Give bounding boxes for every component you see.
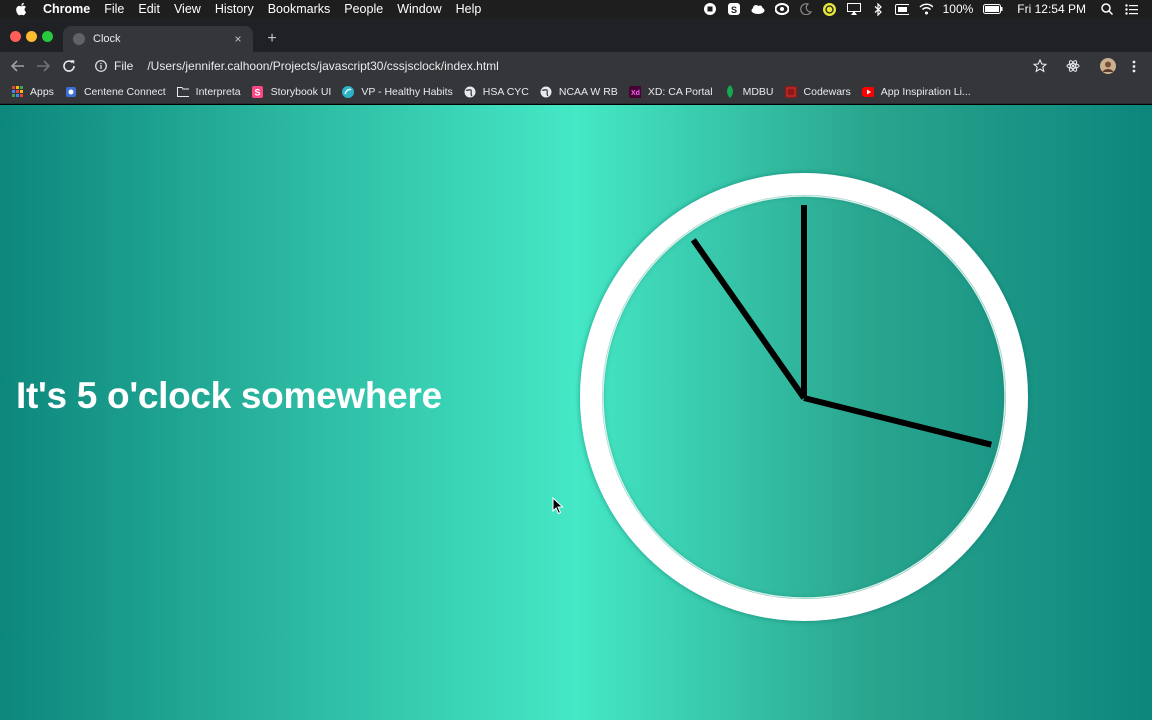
window-minimize-button[interactable] (26, 31, 37, 42)
battery-percent: 100% (942, 2, 974, 16)
bookmark-interpreta[interactable]: Interpreta (176, 85, 241, 98)
battery-icon[interactable] (983, 2, 1003, 16)
hour-hand (803, 395, 992, 448)
bookmark-vp-healthy-habits[interactable]: VP - Healthy Habits (342, 85, 453, 98)
profile-avatar[interactable] (1100, 58, 1116, 74)
reload-icon[interactable] (61, 58, 77, 74)
bookmark-storybook-ui[interactable]: S Storybook UI (252, 85, 332, 98)
page-viewport: It's 5 o'clock somewhere (0, 105, 1152, 720)
spotlight-search-icon[interactable] (1100, 2, 1114, 16)
analog-clock (580, 173, 1028, 621)
bookmark-centene-connect[interactable]: Centene Connect (65, 86, 166, 98)
menubar-status-area: S 100% Fri 12:54 PM (703, 0, 1152, 18)
info-icon[interactable] (94, 59, 108, 73)
page-headline: It's 5 o'clock somewhere (16, 375, 442, 416)
window-close-button[interactable] (10, 31, 21, 42)
centene-icon (65, 86, 77, 98)
forward-arrow-icon[interactable] (35, 58, 51, 74)
bookmark-star-icon[interactable] (1032, 58, 1048, 74)
tab-clock[interactable]: Clock × (63, 26, 253, 52)
globe-icon (464, 86, 476, 98)
menu-bookmarks[interactable]: Bookmarks (268, 0, 331, 18)
bookmark-label: Codewars (803, 85, 851, 98)
tab-close-icon[interactable]: × (231, 32, 245, 46)
back-arrow-icon[interactable] (10, 58, 26, 74)
cloud-icon[interactable] (751, 2, 765, 16)
codewars-icon (784, 85, 797, 98)
bookmark-xd-ca-portal[interactable]: Xd XD: CA Portal (628, 85, 713, 98)
keyboard-icon[interactable] (894, 2, 909, 16)
xd-icon: Xd (628, 85, 641, 98)
notification-center-icon[interactable] (1124, 2, 1138, 16)
bookmark-hsa-cyc[interactable]: HSA CYC (464, 86, 529, 98)
bookmark-apps[interactable]: Apps (11, 86, 54, 98)
bookmark-label: Interpreta (195, 85, 241, 98)
bookmark-label: Storybook UI (270, 85, 332, 98)
folder-icon (176, 86, 189, 98)
svg-text:Xd: Xd (631, 90, 640, 97)
address-bar[interactable]: File /Users/jennifer.calhoon/Projects/ja… (88, 55, 1088, 77)
new-tab-button[interactable]: + (263, 30, 281, 48)
bookmark-label: NCAA W RB (558, 85, 618, 98)
tab-strip: Clock × + (0, 18, 1152, 52)
bookmark-app-inspiration[interactable]: App Inspiration Li... (861, 85, 971, 98)
apple-logo-icon[interactable] (15, 2, 29, 16)
bookmark-label: XD: CA Portal (647, 85, 713, 98)
more-menu-icon[interactable] (1126, 58, 1142, 74)
menu-file[interactable]: File (104, 0, 124, 18)
mouse-cursor-icon (552, 497, 564, 515)
menu-edit[interactable]: Edit (138, 0, 160, 18)
creative-cloud-icon[interactable] (774, 2, 789, 16)
bookmark-label: HSA CYC (482, 85, 529, 98)
globe-favicon-icon (73, 33, 85, 45)
second-hand (690, 238, 807, 400)
bookmark-label: Apps (30, 85, 54, 98)
browser-toolbar: File /Users/jennifer.calhoon/Projects/ja… (0, 52, 1152, 80)
bookmark-label: Centene Connect (83, 85, 166, 98)
menu-history[interactable]: History (215, 0, 254, 18)
react-devtools-icon[interactable] (1065, 58, 1081, 74)
bookmark-label: VP - Healthy Habits (361, 85, 453, 98)
url-text[interactable]: /Users/jennifer.calhoon/Projects/javascr… (147, 59, 498, 73)
storybook-icon: S (252, 85, 264, 98)
youtube-icon (861, 86, 874, 98)
bookmark-label: App Inspiration Li... (880, 85, 971, 98)
leaf-icon (724, 85, 736, 98)
window-zoom-button[interactable] (42, 31, 53, 42)
globe-icon (540, 86, 552, 98)
menubar-clock[interactable]: Fri 12:54 PM (1017, 2, 1086, 16)
wifi-icon[interactable] (919, 2, 933, 16)
menu-help[interactable]: Help (456, 0, 482, 18)
apps-grid-icon (11, 86, 23, 98)
tab-title: Clock (93, 33, 121, 45)
menu-window[interactable]: Window (397, 0, 441, 18)
svg-text:S: S (255, 87, 261, 97)
menu-people[interactable]: People (344, 0, 383, 18)
record-stop-icon[interactable] (703, 2, 717, 16)
bookmark-mdbu[interactable]: MDBU (724, 85, 774, 98)
bookmark-codewars[interactable]: Codewars (784, 85, 851, 98)
menu-view[interactable]: View (174, 0, 201, 18)
svg-text:S: S (731, 5, 737, 15)
grammarly-icon[interactable] (823, 2, 837, 16)
bookmarks-bar: Apps Centene Connect Interpreta S Storyb… (0, 80, 1152, 104)
menu-app-name[interactable]: Chrome (43, 0, 90, 18)
skype-icon[interactable]: S (727, 2, 741, 16)
url-scheme: File (114, 59, 134, 73)
moon-icon[interactable] (799, 2, 813, 16)
bluetooth-icon[interactable] (871, 2, 885, 16)
macos-menu-bar: Chrome File Edit View History Bookmarks … (0, 0, 1152, 18)
bookmark-label: MDBU (742, 85, 774, 98)
bookmark-ncaa-w-rb[interactable]: NCAA W RB (540, 86, 618, 98)
vp-icon (342, 85, 355, 98)
airplay-icon[interactable] (846, 2, 861, 16)
